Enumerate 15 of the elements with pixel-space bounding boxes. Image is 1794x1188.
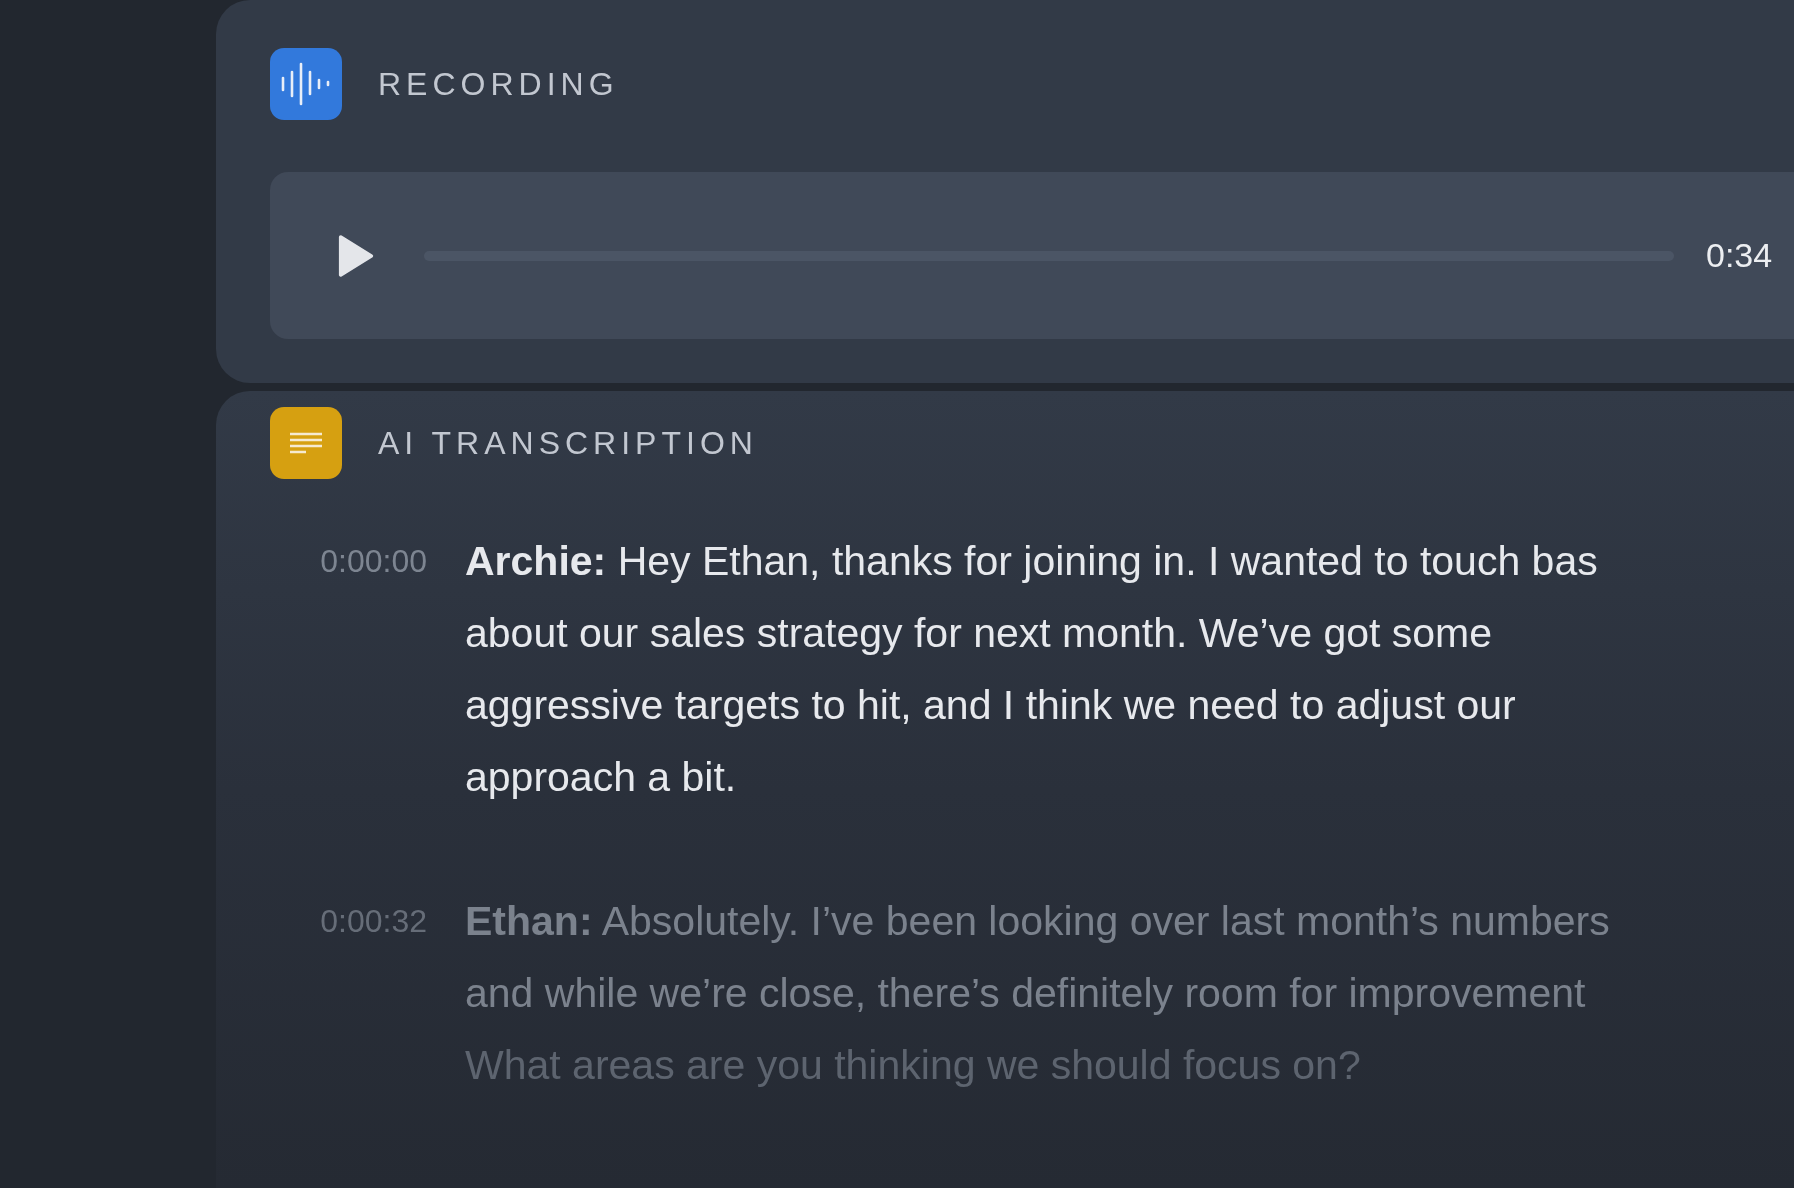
section-title: AI TRANSCRIPTION (378, 424, 758, 462)
duration-text: 0:34 (1706, 236, 1773, 275)
transcript-line: Archie: Hey Ethan, thanks for joining in. I wanted to touch bas (465, 537, 1598, 586)
timestamp: 0:00:00 (319, 542, 427, 581)
text-lines-icon (270, 407, 342, 479)
transcript-line: about our sales strategy for next month. We’ve got some (465, 609, 1494, 658)
transcript-line: approach a bit. (465, 753, 738, 802)
section-title: RECORDING (378, 65, 619, 103)
transcript-line: What areas are you thinking we should focus on? (465, 1041, 1362, 1090)
waveform-icon (270, 48, 342, 120)
transcript-line: and while we’re close, there’s definitely room for improvement (465, 969, 1587, 1018)
play-icon[interactable] (338, 232, 374, 279)
timestamp: 0:00:32 (319, 902, 427, 941)
transcript-line: aggressive targets to hit, and I think we need to adjust our (465, 681, 1517, 730)
transcript-line: Ethan: Absolutely. I’ve been looking over last month’s numbers (465, 897, 1610, 946)
